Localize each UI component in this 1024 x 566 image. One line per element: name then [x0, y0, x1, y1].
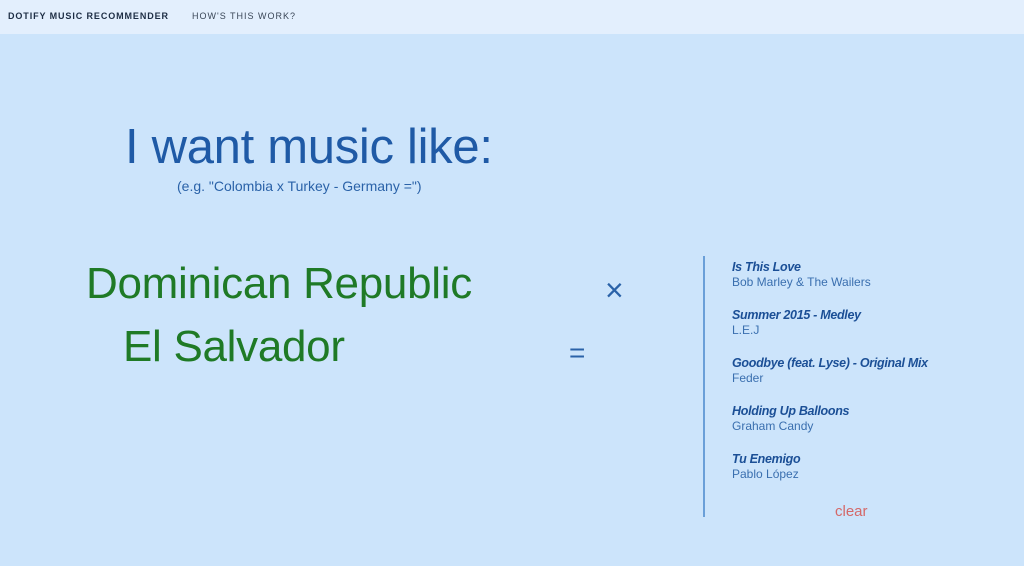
result-item[interactable]: Holding Up Balloons Graham Candy — [732, 404, 1022, 452]
song-title: Summer 2015 - Medley — [732, 308, 861, 322]
song-title: Tu Enemigo — [732, 452, 801, 466]
results-divider — [703, 256, 705, 517]
page-title: I want music like: — [125, 120, 493, 174]
song-artist: Pablo López — [732, 467, 799, 481]
clear-button[interactable]: clear — [835, 503, 868, 520]
country-term-2[interactable]: El Salvador — [123, 321, 345, 374]
hows-this-work-link[interactable]: HOW'S THIS WORK? — [192, 11, 296, 21]
result-item[interactable]: Summer 2015 - Medley L.E.J — [732, 308, 1022, 356]
navbar: DOTIFY MUSIC RECOMMENDER HOW'S THIS WORK… — [0, 0, 1024, 34]
example-hint: (e.g. "Colombia x Turkey - Germany =") — [177, 178, 422, 194]
result-item[interactable]: Is This Love Bob Marley & The Wailers — [732, 260, 1022, 308]
result-item[interactable]: Goodbye (feat. Lyse) - Original Mix Fede… — [732, 356, 1022, 404]
song-artist: Bob Marley & The Wailers — [732, 275, 871, 289]
country-term-1[interactable]: Dominican Republic — [86, 258, 472, 311]
song-artist: Feder — [732, 371, 764, 385]
song-title: Is This Love — [732, 260, 801, 274]
brand-link[interactable]: DOTIFY MUSIC RECOMMENDER — [8, 11, 169, 21]
song-title: Goodbye (feat. Lyse) - Original Mix — [732, 356, 928, 370]
equals-operator[interactable]: = — [569, 339, 585, 367]
results-list: Is This Love Bob Marley & The Wailers Su… — [732, 260, 1022, 500]
result-item[interactable]: Tu Enemigo Pablo López — [732, 452, 1022, 500]
multiply-operator[interactable]: × — [605, 274, 624, 306]
song-title: Holding Up Balloons — [732, 404, 850, 418]
song-artist: L.E.J — [732, 323, 760, 337]
song-artist: Graham Candy — [732, 419, 814, 433]
